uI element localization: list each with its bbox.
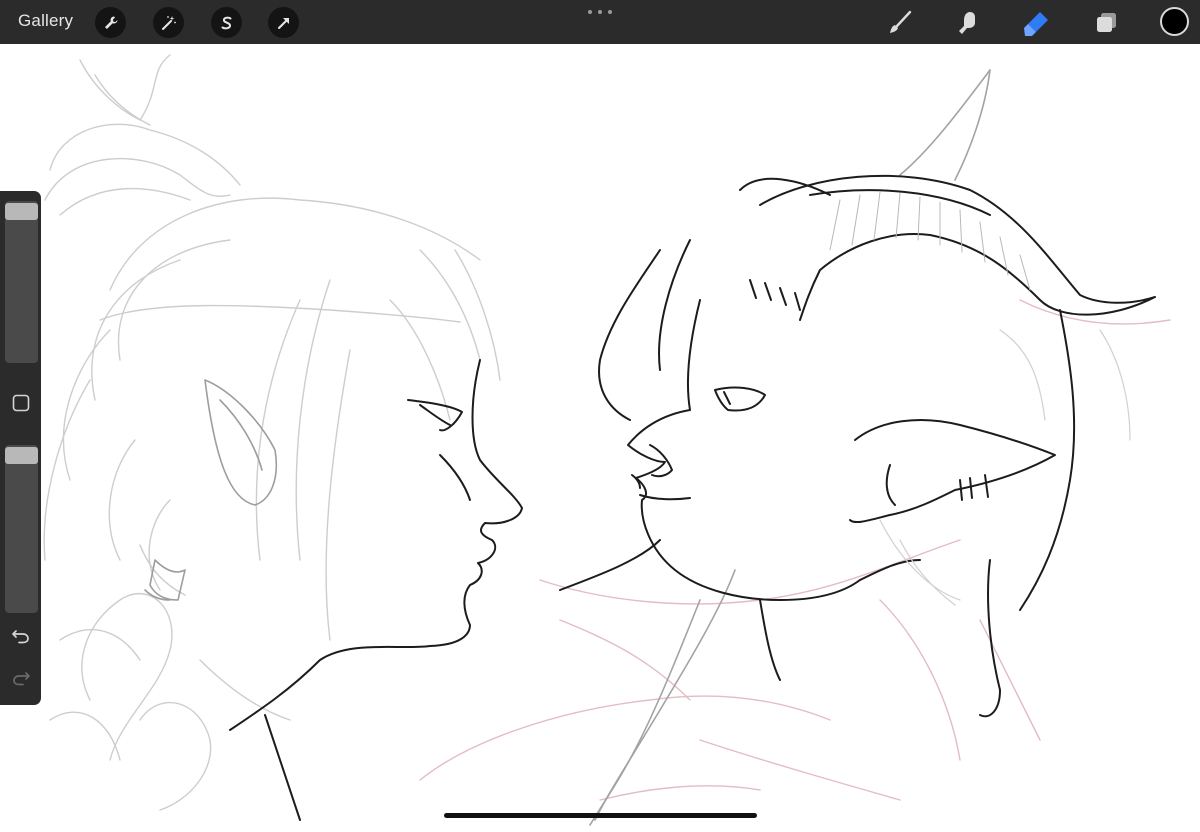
adjustments-button[interactable]: [153, 7, 184, 38]
side-toolbar: [0, 191, 41, 705]
color-picker-button[interactable]: [1160, 7, 1189, 36]
magic-wand-icon: [161, 15, 176, 30]
drawing-canvas[interactable]: [0, 44, 1200, 827]
opacity-thumb[interactable]: [5, 447, 38, 464]
layers-button[interactable]: [1089, 6, 1123, 40]
dot-icon: [608, 10, 612, 14]
brush-size-thumb[interactable]: [5, 203, 38, 220]
transform-button[interactable]: [268, 7, 299, 38]
modify-button[interactable]: [8, 390, 34, 416]
smudge-tool-button[interactable]: [950, 6, 984, 40]
brush-size-slider[interactable]: [5, 201, 38, 363]
selection-s-icon: [221, 16, 231, 29]
opacity-slider[interactable]: [5, 445, 38, 613]
wrench-icon: [104, 16, 117, 29]
top-toolbar: Gallery: [0, 0, 1200, 44]
smudge-icon: [959, 12, 975, 34]
square-icon: [12, 394, 30, 412]
redo-button[interactable]: [8, 665, 34, 691]
undo-icon: [12, 630, 29, 644]
layers-icon: [1097, 13, 1116, 32]
brush-tool-button[interactable]: [883, 6, 917, 40]
gallery-button[interactable]: Gallery: [18, 11, 73, 31]
selection-button[interactable]: [211, 7, 242, 38]
redo-icon: [13, 672, 30, 686]
home-indicator[interactable]: [444, 813, 757, 818]
actions-button[interactable]: [95, 7, 126, 38]
eraser-icon: [1024, 12, 1048, 36]
dot-icon: [598, 10, 602, 14]
dot-icon: [588, 10, 592, 14]
brush-icon: [890, 10, 912, 33]
more-options-button[interactable]: [588, 6, 612, 18]
artwork-sketch: [43, 54, 1171, 826]
transform-arrow-icon: [277, 17, 289, 29]
undo-button[interactable]: [8, 623, 34, 649]
eraser-tool-button[interactable]: [1020, 6, 1054, 40]
